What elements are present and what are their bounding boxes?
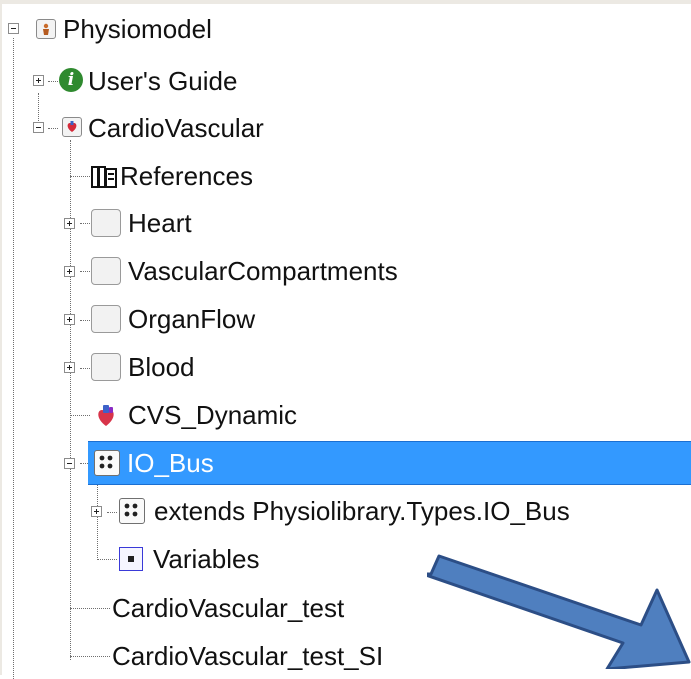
empty-package-icon (91, 257, 121, 285)
tree-connector (80, 320, 90, 321)
tree-connector (80, 271, 90, 272)
tree-item-label[interactable]: CardioVascular (88, 108, 264, 148)
tree-connector (70, 415, 90, 416)
tree-connector (70, 656, 110, 657)
expand-toggle[interactable] (64, 362, 75, 373)
info-icon: i (59, 68, 83, 92)
expand-toggle[interactable] (91, 506, 102, 517)
expand-toggle[interactable] (64, 266, 75, 277)
tree-connector (48, 128, 58, 129)
tree-connector (97, 559, 117, 560)
collapse-toggle[interactable] (33, 122, 44, 133)
tree-connector (80, 223, 90, 224)
tree-item-label[interactable]: IO_Bus (127, 443, 214, 483)
tree-item-label[interactable]: Physiomodel (63, 9, 212, 49)
tree-item-label[interactable]: OrganFlow (128, 299, 255, 339)
empty-package-icon (91, 305, 121, 333)
bus-connector-icon (119, 498, 145, 524)
physiomodel-package-icon (36, 19, 56, 39)
tree-item-label[interactable]: References (120, 156, 253, 196)
tree-view-panel: Physiomodel i User's Guide CardioVascula… (0, 0, 691, 679)
expand-toggle[interactable] (33, 75, 44, 86)
expand-toggle[interactable] (64, 218, 75, 229)
tree-connector (70, 176, 90, 177)
package-browser-tree: Physiomodel i User's Guide CardioVascula… (2, 4, 691, 679)
collapse-toggle[interactable] (8, 23, 19, 34)
collapse-toggle[interactable] (64, 458, 75, 469)
tree-item-label[interactable]: Variables (153, 539, 259, 579)
tree-guide-line (13, 38, 14, 679)
tree-item-label[interactable]: extends Physiolibrary.Types.IO_Bus (154, 491, 570, 531)
tree-item-label[interactable]: CardioVascular_test_SI (112, 636, 383, 676)
tree-guide-line (97, 474, 98, 560)
arrow-right-down-icon (427, 554, 691, 669)
tree-connector (80, 368, 90, 369)
tree-connector (70, 608, 110, 609)
expand-toggle[interactable] (64, 314, 75, 325)
heart-model-icon (92, 402, 120, 430)
tree-connector (107, 512, 117, 513)
bus-connector-icon (94, 450, 120, 476)
variable-icon (119, 547, 143, 571)
cardiovascular-package-icon (62, 117, 82, 137)
empty-package-icon (91, 209, 121, 237)
tree-item-label[interactable]: CVS_Dynamic (128, 395, 297, 435)
book-icon (90, 164, 118, 190)
tree-item-label[interactable]: Heart (128, 203, 192, 243)
tree-item-label[interactable]: VascularCompartments (128, 251, 398, 291)
tree-connector (48, 81, 58, 82)
tree-item-label[interactable]: User's Guide (88, 61, 237, 101)
tree-item-label[interactable]: Blood (128, 347, 195, 387)
tree-item-label[interactable]: CardioVascular_test (112, 588, 344, 628)
empty-package-icon (91, 353, 121, 381)
